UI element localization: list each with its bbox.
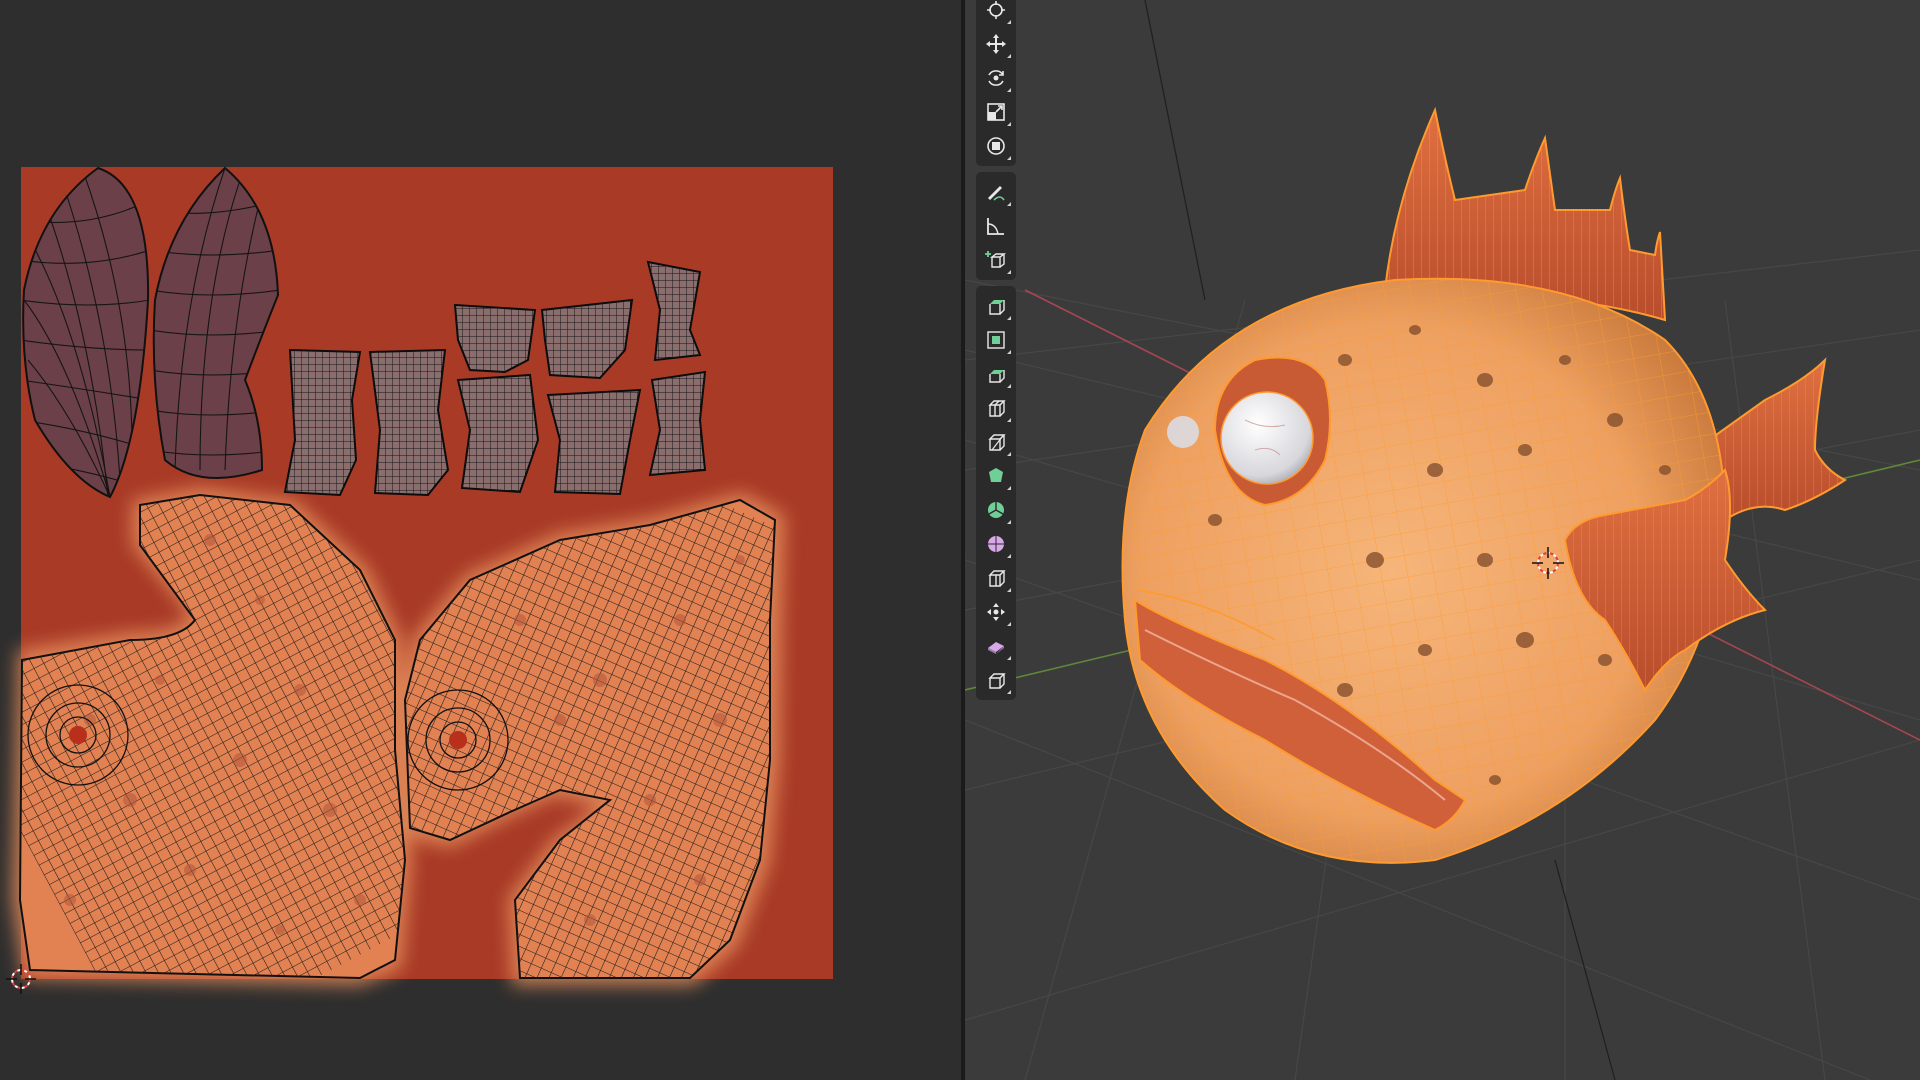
tool-knife[interactable] (978, 425, 1014, 459)
tool-bevel[interactable] (978, 357, 1014, 391)
tool-group-annotate (976, 172, 1016, 280)
uv-editor[interactable] (0, 0, 961, 1080)
fish-model[interactable] (1035, 106, 1847, 956)
tool-smooth[interactable] (978, 527, 1014, 561)
tool-add-cube[interactable] (978, 243, 1014, 277)
tool-annotate[interactable] (978, 175, 1014, 209)
tool-group-mesh (976, 286, 1016, 700)
scale-icon (987, 103, 1005, 121)
uv-canvas[interactable] (0, 0, 961, 1080)
annotate-icon (988, 186, 1005, 201)
viewport-scene[interactable] (965, 0, 1920, 1080)
tool-measure[interactable] (978, 209, 1014, 243)
tool-group-transform (976, 0, 1016, 166)
tool-rip-region[interactable] (978, 663, 1014, 697)
tool-spin[interactable] (978, 493, 1014, 527)
tool-extrude-region[interactable] (978, 289, 1014, 323)
tool-inset-faces[interactable] (978, 323, 1014, 357)
add-cube-icon (985, 251, 1007, 268)
tool-shrink-fatten[interactable] (978, 595, 1014, 629)
tool-edge-slide[interactable] (978, 561, 1014, 595)
tool-poly-build[interactable] (978, 459, 1014, 493)
select-cursor-icon (987, 1, 1005, 19)
tool-move[interactable] (978, 27, 1014, 61)
rip-region-icon (988, 673, 1006, 689)
tool-shear[interactable] (978, 629, 1014, 663)
rotate-icon (988, 70, 1004, 86)
3d-viewport[interactable] (965, 0, 1920, 1080)
shear-icon (988, 642, 1004, 654)
tool-loop-cut[interactable] (978, 391, 1014, 425)
inset-faces-icon (987, 331, 1005, 349)
move-icon (986, 34, 1006, 54)
tool-rotate[interactable] (978, 61, 1014, 95)
tool-transform[interactable] (978, 129, 1014, 163)
knife-icon (988, 434, 1006, 451)
spin-icon (988, 502, 1004, 518)
blender-window (0, 0, 1920, 1080)
edge-slide-icon (988, 570, 1006, 587)
transform-icon (987, 137, 1005, 155)
tool-scale[interactable] (978, 95, 1014, 129)
smooth-icon (988, 536, 1004, 552)
tool-shelf (976, 0, 1016, 706)
measure-icon (987, 218, 1004, 235)
loop-cut-icon (988, 400, 1006, 417)
extrude-region-icon (989, 300, 1005, 315)
tool-select[interactable] (978, 0, 1014, 27)
poly-build-icon (989, 468, 1003, 482)
bevel-icon (989, 370, 1005, 383)
shrink-fatten-icon (987, 603, 1005, 621)
